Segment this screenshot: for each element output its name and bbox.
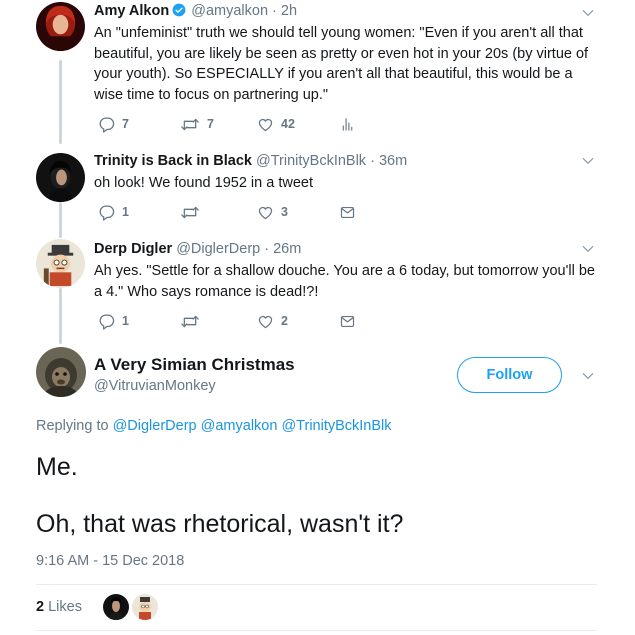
likes-count: 2 — [36, 599, 45, 615]
chevron-down-icon[interactable] — [581, 242, 595, 256]
handle[interactable]: @TrinityBckInBlk — [256, 153, 366, 169]
handle[interactable]: @DiglerDerp — [176, 241, 260, 257]
reply-button[interactable]: 7 — [98, 116, 180, 133]
retweet-icon — [180, 116, 200, 133]
direct-message-button[interactable] — [339, 204, 421, 221]
tweet-header: Derp Digler @DiglerDerp · 26m — [94, 240, 604, 258]
thread-line — [59, 60, 62, 144]
retweet-button[interactable] — [180, 313, 257, 330]
tweet[interactable]: Derp Digler @DiglerDerp · 26m Ah yes. "S… — [94, 240, 604, 302]
liker-avatar[interactable] — [103, 594, 129, 620]
replying-prefix: Replying to — [36, 418, 109, 434]
tweet-text: oh look! We found 1952 in a tweet — [94, 175, 313, 191]
retweet-count: 7 — [207, 117, 214, 131]
like-icon — [257, 116, 274, 133]
avatar-amy-alkon[interactable] — [36, 2, 85, 51]
tweet-actions: 7 7 42 — [98, 115, 421, 133]
like-button[interactable]: 3 — [257, 204, 339, 221]
reply-count: 7 — [122, 117, 129, 131]
focus-tweet-text-line2: Oh, that was rhetorical, wasn't it? — [36, 510, 404, 538]
focus-tweet-text-line1: Me. — [36, 453, 78, 481]
like-icon — [257, 204, 274, 221]
focus-handle[interactable]: @VitruvianMonkey — [94, 378, 216, 394]
tweet[interactable]: Amy Alkon @amyalkon · 2h An "unfeminist"… — [94, 2, 604, 105]
mention-amy-alkon[interactable]: @amyalkon — [201, 418, 278, 434]
tweet-text: Ah yes. "Settle for a shallow douche. Yo… — [94, 263, 595, 300]
avatar-trinity[interactable] — [36, 153, 85, 202]
follow-button[interactable]: Follow — [457, 357, 562, 393]
reply-button[interactable]: 1 — [98, 204, 180, 221]
reply-count: 1 — [122, 314, 129, 328]
direct-message-icon — [339, 313, 356, 330]
mention-digler-derp[interactable]: @DiglerDerp — [113, 418, 197, 434]
reply-icon — [98, 204, 115, 221]
reply-button[interactable]: 1 — [98, 313, 180, 330]
divider — [36, 584, 597, 585]
tweet-text: An "unfeminist" truth we should tell you… — [94, 25, 589, 103]
tweet-actions: 1 3 — [98, 203, 421, 221]
display-name[interactable]: Trinity is Back in Black — [94, 153, 252, 169]
liker-avatar[interactable] — [132, 594, 158, 620]
likes-label: Likes — [48, 599, 82, 615]
like-button[interactable]: 2 — [257, 313, 339, 330]
tweet[interactable]: Trinity is Back in Black @TrinityBckInBl… — [94, 152, 604, 194]
avatar-simian-christmas[interactable] — [36, 347, 86, 397]
avatar-derp-digler[interactable] — [36, 239, 85, 288]
replying-to: Replying to @DiglerDerp @amyalkon @Trini… — [36, 418, 392, 434]
tweet-time[interactable]: · 2h — [272, 3, 297, 19]
tweet-timestamp[interactable]: 9:16 AM - 15 Dec 2018 — [36, 553, 184, 569]
mention-trinity[interactable]: @TrinityBckInBlk — [281, 418, 391, 434]
chevron-down-icon[interactable] — [581, 154, 595, 168]
reply-icon — [98, 116, 115, 133]
retweet-icon — [180, 204, 200, 221]
thread-line — [59, 288, 62, 344]
tweet-header: Trinity is Back in Black @TrinityBckInBl… — [94, 152, 604, 170]
focus-display-name[interactable]: A Very Simian Christmas — [94, 354, 295, 376]
retweet-icon — [180, 313, 200, 330]
retweet-button[interactable]: 7 — [180, 116, 257, 133]
tweet-time[interactable]: · 36m — [370, 153, 407, 169]
tweet-time[interactable]: · 26m — [264, 241, 301, 257]
likes-summary[interactable]: 2 Likes — [36, 599, 82, 615]
thread-line — [59, 202, 62, 238]
direct-message-icon — [339, 204, 356, 221]
tweet-actions: 1 2 — [98, 312, 421, 330]
like-icon — [257, 313, 274, 330]
tweet-header: Amy Alkon @amyalkon · 2h — [94, 2, 604, 20]
like-count: 3 — [281, 205, 288, 219]
handle[interactable]: @amyalkon — [191, 3, 268, 19]
retweet-button[interactable] — [180, 204, 257, 221]
like-count: 2 — [281, 314, 288, 328]
reply-count: 1 — [122, 205, 129, 219]
analytics-icon — [339, 116, 356, 133]
like-button[interactable]: 42 — [257, 116, 339, 133]
analytics-button[interactable] — [339, 116, 421, 133]
display-name[interactable]: Amy Alkon — [94, 3, 169, 19]
verified-badge-icon — [172, 3, 186, 17]
display-name[interactable]: Derp Digler — [94, 241, 172, 257]
chevron-down-icon[interactable] — [581, 369, 595, 383]
direct-message-button[interactable] — [339, 313, 421, 330]
chevron-down-icon[interactable] — [581, 6, 595, 20]
like-count: 42 — [281, 117, 295, 131]
divider — [36, 630, 597, 631]
reply-icon — [98, 313, 115, 330]
